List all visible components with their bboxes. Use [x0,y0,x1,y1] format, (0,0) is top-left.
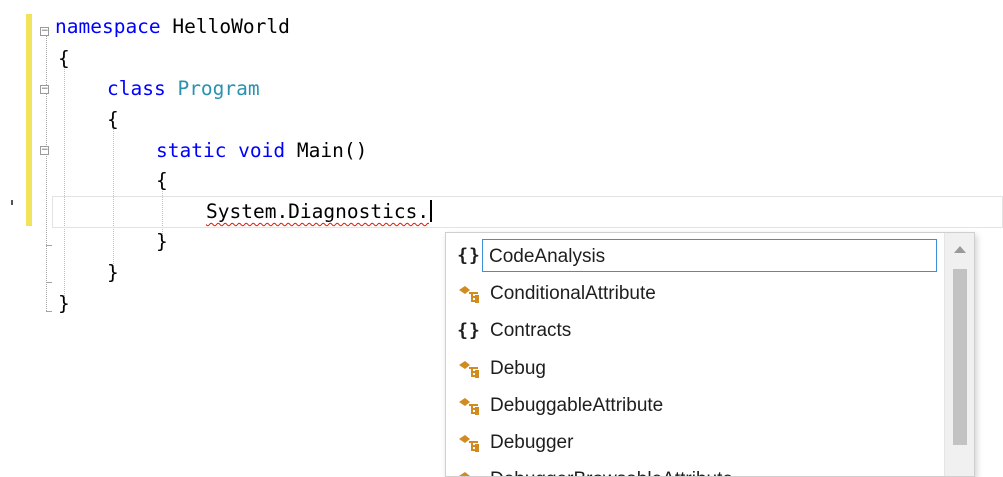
completion-item-label: CodeAnalysis [482,239,937,272]
code-line[interactable]: { [58,46,70,72]
completion-item[interactable]: DebuggerBrowsableAttribute [446,461,944,477]
change-indicator-bar [26,40,32,226]
code-line[interactable]: { [156,168,168,194]
type-token: Program [177,77,259,100]
code-line[interactable]: { [107,107,119,133]
completion-item-label: DebuggableAttribute [484,395,663,417]
class-icon [454,468,484,477]
outline-end [46,311,52,312]
change-indicator-bar [26,14,32,42]
scroll-up-arrow-icon[interactable] [945,233,974,265]
outline-end [46,282,52,283]
outline-end [46,245,52,246]
namespace-icon: {} [454,319,484,343]
class-icon [454,431,484,455]
completion-item[interactable]: Debug [446,350,944,387]
completion-item[interactable]: {} CodeAnalysis [446,237,944,274]
current-line-highlight [52,196,1003,228]
code-line[interactable]: } [107,260,119,286]
brace-token: } [58,292,70,315]
gutter-marker [11,200,13,205]
code-line[interactable]: } [156,229,168,255]
class-icon [454,282,484,306]
code-line[interactable]: } [58,291,70,317]
completion-item[interactable]: {} Contracts [446,312,944,349]
indent-guide [64,62,65,302]
completion-item-label: Debugger [484,432,573,454]
brace-token: } [156,230,168,253]
intellisense-completion-list[interactable]: {} CodeAnalysis ConditionalAttribute {} … [445,232,975,477]
brace-token: { [58,47,70,70]
collapse-namespace-icon[interactable]: − [40,27,49,36]
brace-token: } [107,261,119,284]
brace-token: { [156,169,168,192]
error-squiggle-text: System.Diagnostics. [206,200,429,223]
brace-token: { [107,108,119,131]
current-code-line[interactable]: System.Diagnostics. [206,199,432,225]
collapse-method-icon[interactable]: − [40,146,49,155]
keyword-token: class [107,77,166,100]
class-icon [454,394,484,418]
completion-item-label: DebuggerBrowsableAttribute [484,469,733,477]
scroll-thumb[interactable] [953,269,967,445]
completion-scrollbar[interactable] [944,233,974,476]
completion-item[interactable]: Debugger [446,424,944,461]
text-caret [430,200,432,222]
keyword-token: namespace [55,15,161,38]
completion-item-label: ConditionalAttribute [484,283,656,305]
namespace-icon: {} [454,244,484,268]
identifier-token: HelloWorld [161,15,290,38]
collapse-class-icon[interactable]: − [40,85,49,94]
code-line[interactable]: namespace HelloWorld [55,14,290,40]
completion-item-label: Debug [484,358,546,380]
outline-line [46,36,48,311]
class-icon [454,357,484,381]
completion-item-label: Contracts [484,320,571,342]
code-line[interactable]: static void Main() [156,138,367,164]
completion-item[interactable]: ConditionalAttribute [446,275,944,312]
identifier-token: Main() [285,139,367,162]
code-line[interactable]: class Program [107,76,260,102]
completion-item[interactable]: DebuggableAttribute [446,387,944,424]
keyword-token: static void [156,139,285,162]
